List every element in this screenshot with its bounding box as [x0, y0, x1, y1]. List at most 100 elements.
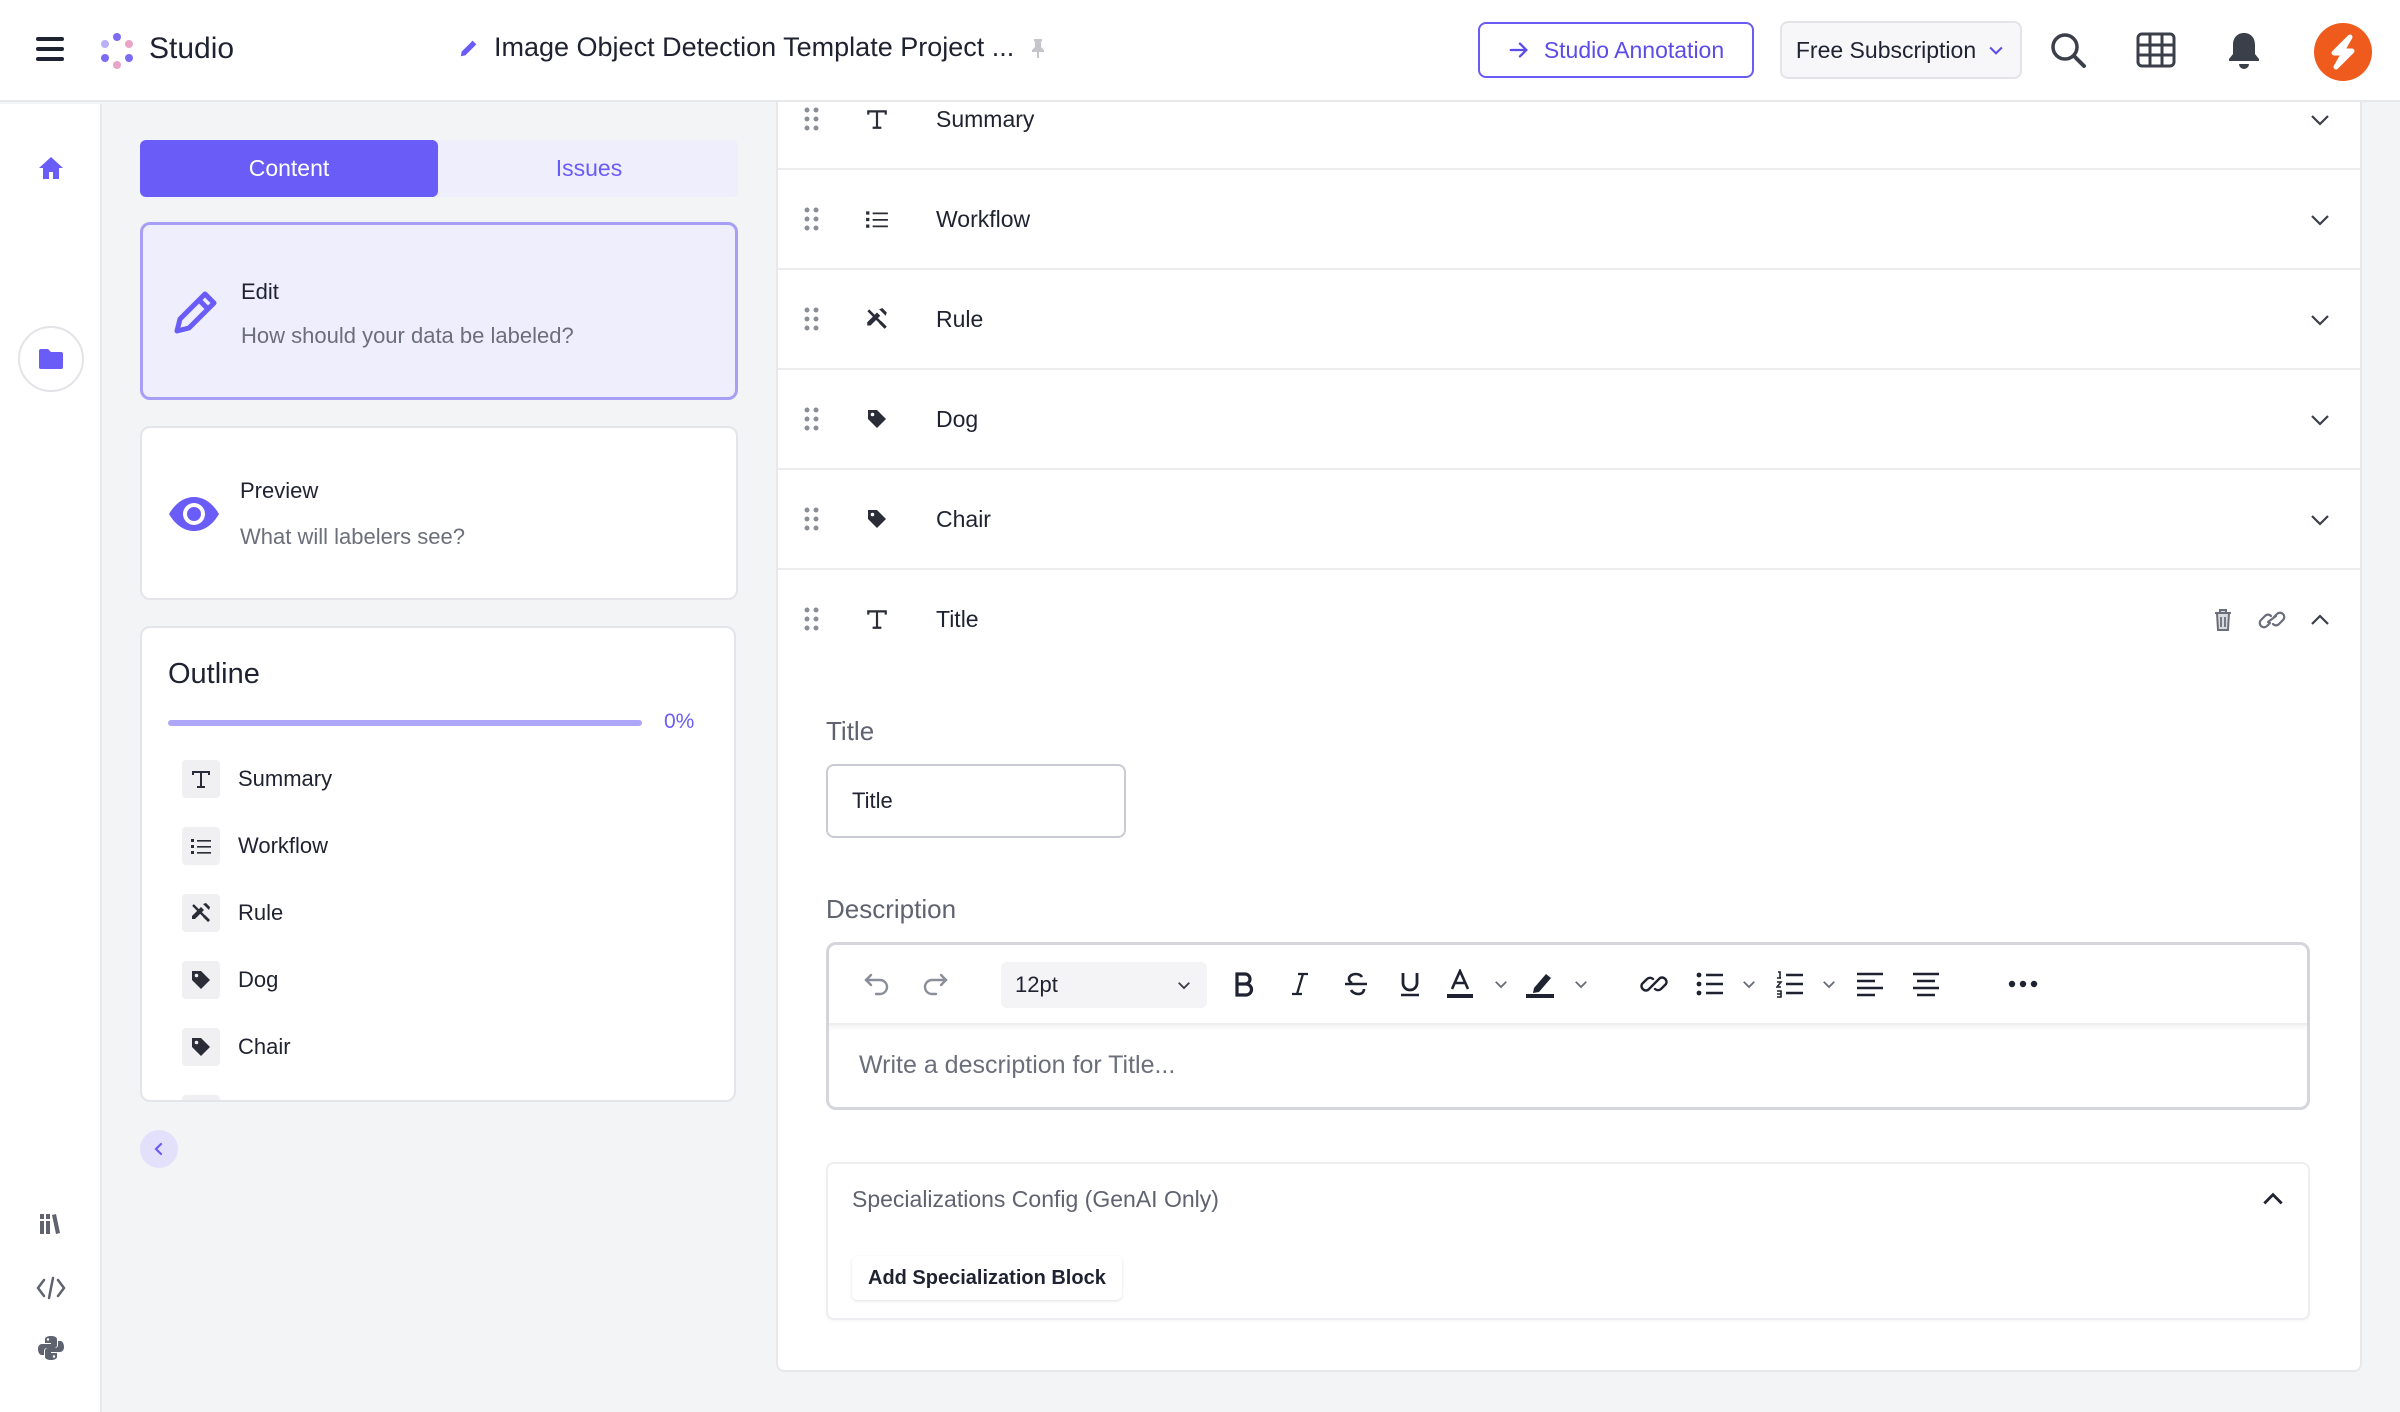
add-specialization-block-button[interactable]: Add Specialization Block	[852, 1256, 1122, 1300]
row-rule[interactable]: Rule	[778, 270, 2360, 370]
chevron-up-icon[interactable]	[2260, 1186, 2286, 1212]
underline-icon[interactable]	[1395, 965, 1425, 1003]
highlight-icon[interactable]	[1523, 965, 1557, 1003]
pin-icon[interactable]	[1028, 37, 1048, 59]
row-title-expanded[interactable]: Title	[778, 570, 2360, 670]
row-label: Rule	[936, 306, 984, 332]
text-icon	[862, 104, 892, 134]
subscription-label: Free Subscription	[1795, 36, 1977, 63]
drag-handle-icon[interactable]	[802, 606, 822, 632]
apps-grid-icon[interactable]	[2136, 30, 2176, 70]
pencil-icon[interactable]	[458, 37, 480, 59]
redo-icon[interactable]	[917, 965, 953, 1003]
outline-progress-label: 0%	[664, 710, 695, 733]
studio-annotation-label: Studio Annotation	[1543, 36, 1725, 63]
more-options-icon[interactable]	[2005, 965, 2041, 1003]
row-chair[interactable]: Chair	[778, 470, 2360, 570]
chevron-up-icon[interactable]	[2308, 608, 2332, 632]
chevron-down-icon[interactable]	[2308, 308, 2332, 332]
outline-item-label: Rule	[238, 900, 284, 925]
preview-card-title: Preview	[240, 478, 319, 503]
chevron-down-icon	[1989, 46, 2003, 55]
outline-item[interactable]: Workflow	[182, 826, 328, 866]
bold-icon[interactable]	[1229, 965, 1259, 1003]
pencil-icon	[174, 291, 217, 334]
list-icon	[862, 204, 892, 234]
drag-handle-icon[interactable]	[802, 106, 822, 132]
description-placeholder[interactable]: Write a description for Title...	[859, 1051, 1175, 1080]
rule-icon	[862, 304, 892, 334]
font-size-select[interactable]: 12pt	[1001, 962, 1207, 1008]
drag-handle-icon[interactable]	[802, 506, 822, 532]
tag-icon	[862, 404, 892, 434]
font-size-value: 12pt	[1015, 972, 1058, 997]
chevron-left-icon	[154, 1142, 163, 1156]
outline-item-label: Summary	[238, 766, 333, 791]
chevron-down-icon	[1178, 982, 1190, 990]
studio-logo-icon	[101, 33, 133, 69]
drag-handle-icon[interactable]	[802, 306, 822, 332]
chevron-down-icon[interactable]	[1739, 965, 1759, 1003]
numbered-list-icon[interactable]	[1773, 965, 1807, 1003]
folder-icon	[39, 349, 63, 369]
trash-icon[interactable]	[2212, 608, 2234, 632]
code-icon[interactable]	[33, 1270, 69, 1306]
align-center-icon[interactable]	[1909, 965, 1943, 1003]
strikethrough-icon[interactable]	[1339, 965, 1373, 1003]
bullet-list-icon[interactable]	[1693, 965, 1727, 1003]
preview-card[interactable]: Preview What will labelers see?	[140, 426, 738, 600]
edit-card[interactable]: Edit How should your data be labeled?	[140, 222, 738, 400]
library-icon[interactable]	[33, 1206, 69, 1242]
chevron-down-icon[interactable]	[2308, 108, 2332, 132]
edit-card-subtitle: How should your data be labeled?	[241, 323, 574, 348]
project-title[interactable]: Image Object Detection Template Project …	[494, 32, 1014, 63]
row-summary[interactable]: Summary	[778, 70, 2360, 170]
chevron-down-icon[interactable]	[2308, 408, 2332, 432]
outline-item-partial	[182, 1094, 220, 1100]
arrow-right-icon	[1509, 42, 1528, 58]
link-icon[interactable]	[2258, 608, 2286, 632]
text-color-icon[interactable]	[1443, 965, 1477, 1003]
row-label: Chair	[936, 506, 991, 532]
text-icon	[182, 760, 220, 798]
row-dog[interactable]: Dog	[778, 370, 2360, 470]
row-label: Workflow	[936, 206, 1031, 232]
chevron-down-icon[interactable]	[1571, 965, 1591, 1003]
drag-handle-icon[interactable]	[802, 206, 822, 232]
chevron-down-icon[interactable]	[1819, 965, 1839, 1003]
outline-item[interactable]: Chair	[182, 1027, 291, 1067]
home-icon[interactable]	[33, 150, 69, 186]
outline-item[interactable]: Rule	[182, 893, 283, 933]
undo-icon[interactable]	[859, 965, 895, 1003]
italic-icon[interactable]	[1285, 965, 1315, 1003]
folder-button[interactable]	[18, 326, 84, 392]
specializations-config-panel: Specializations Config (GenAI Only) Add …	[826, 1162, 2310, 1320]
align-left-icon[interactable]	[1853, 965, 1887, 1003]
bell-icon[interactable]	[2224, 30, 2264, 70]
title-input[interactable]: Title	[826, 764, 1126, 838]
outline-panel: Outline 0% Summary Workflow Rule Dog Cha…	[140, 626, 736, 1102]
row-workflow[interactable]: Workflow	[778, 170, 2360, 270]
tag-icon	[182, 961, 220, 999]
outline-item[interactable]: Dog	[182, 960, 278, 1000]
drag-handle-icon[interactable]	[802, 406, 822, 432]
row-label: Dog	[936, 406, 979, 432]
link-icon[interactable]	[1637, 965, 1671, 1003]
preview-card-subtitle: What will labelers see?	[240, 524, 465, 549]
chevron-down-icon[interactable]	[1491, 965, 1511, 1003]
tag-icon	[862, 504, 892, 534]
tab-content[interactable]: Content	[140, 140, 438, 197]
chevron-down-icon[interactable]	[2308, 508, 2332, 532]
chevron-down-icon[interactable]	[2308, 208, 2332, 232]
row-label: Title	[936, 606, 979, 632]
description-editor: 12pt Write a description for Title...	[826, 942, 2310, 1110]
description-label: Description	[826, 894, 957, 924]
outline-progress-bar	[168, 720, 642, 726]
collapse-panel-button[interactable]	[140, 1130, 178, 1168]
search-icon[interactable]	[2048, 30, 2088, 70]
menu-icon[interactable]	[36, 37, 64, 65]
python-icon[interactable]	[33, 1330, 69, 1366]
text-icon	[862, 604, 892, 634]
tab-issues[interactable]: Issues	[440, 140, 738, 197]
outline-item[interactable]: Summary	[182, 759, 332, 799]
